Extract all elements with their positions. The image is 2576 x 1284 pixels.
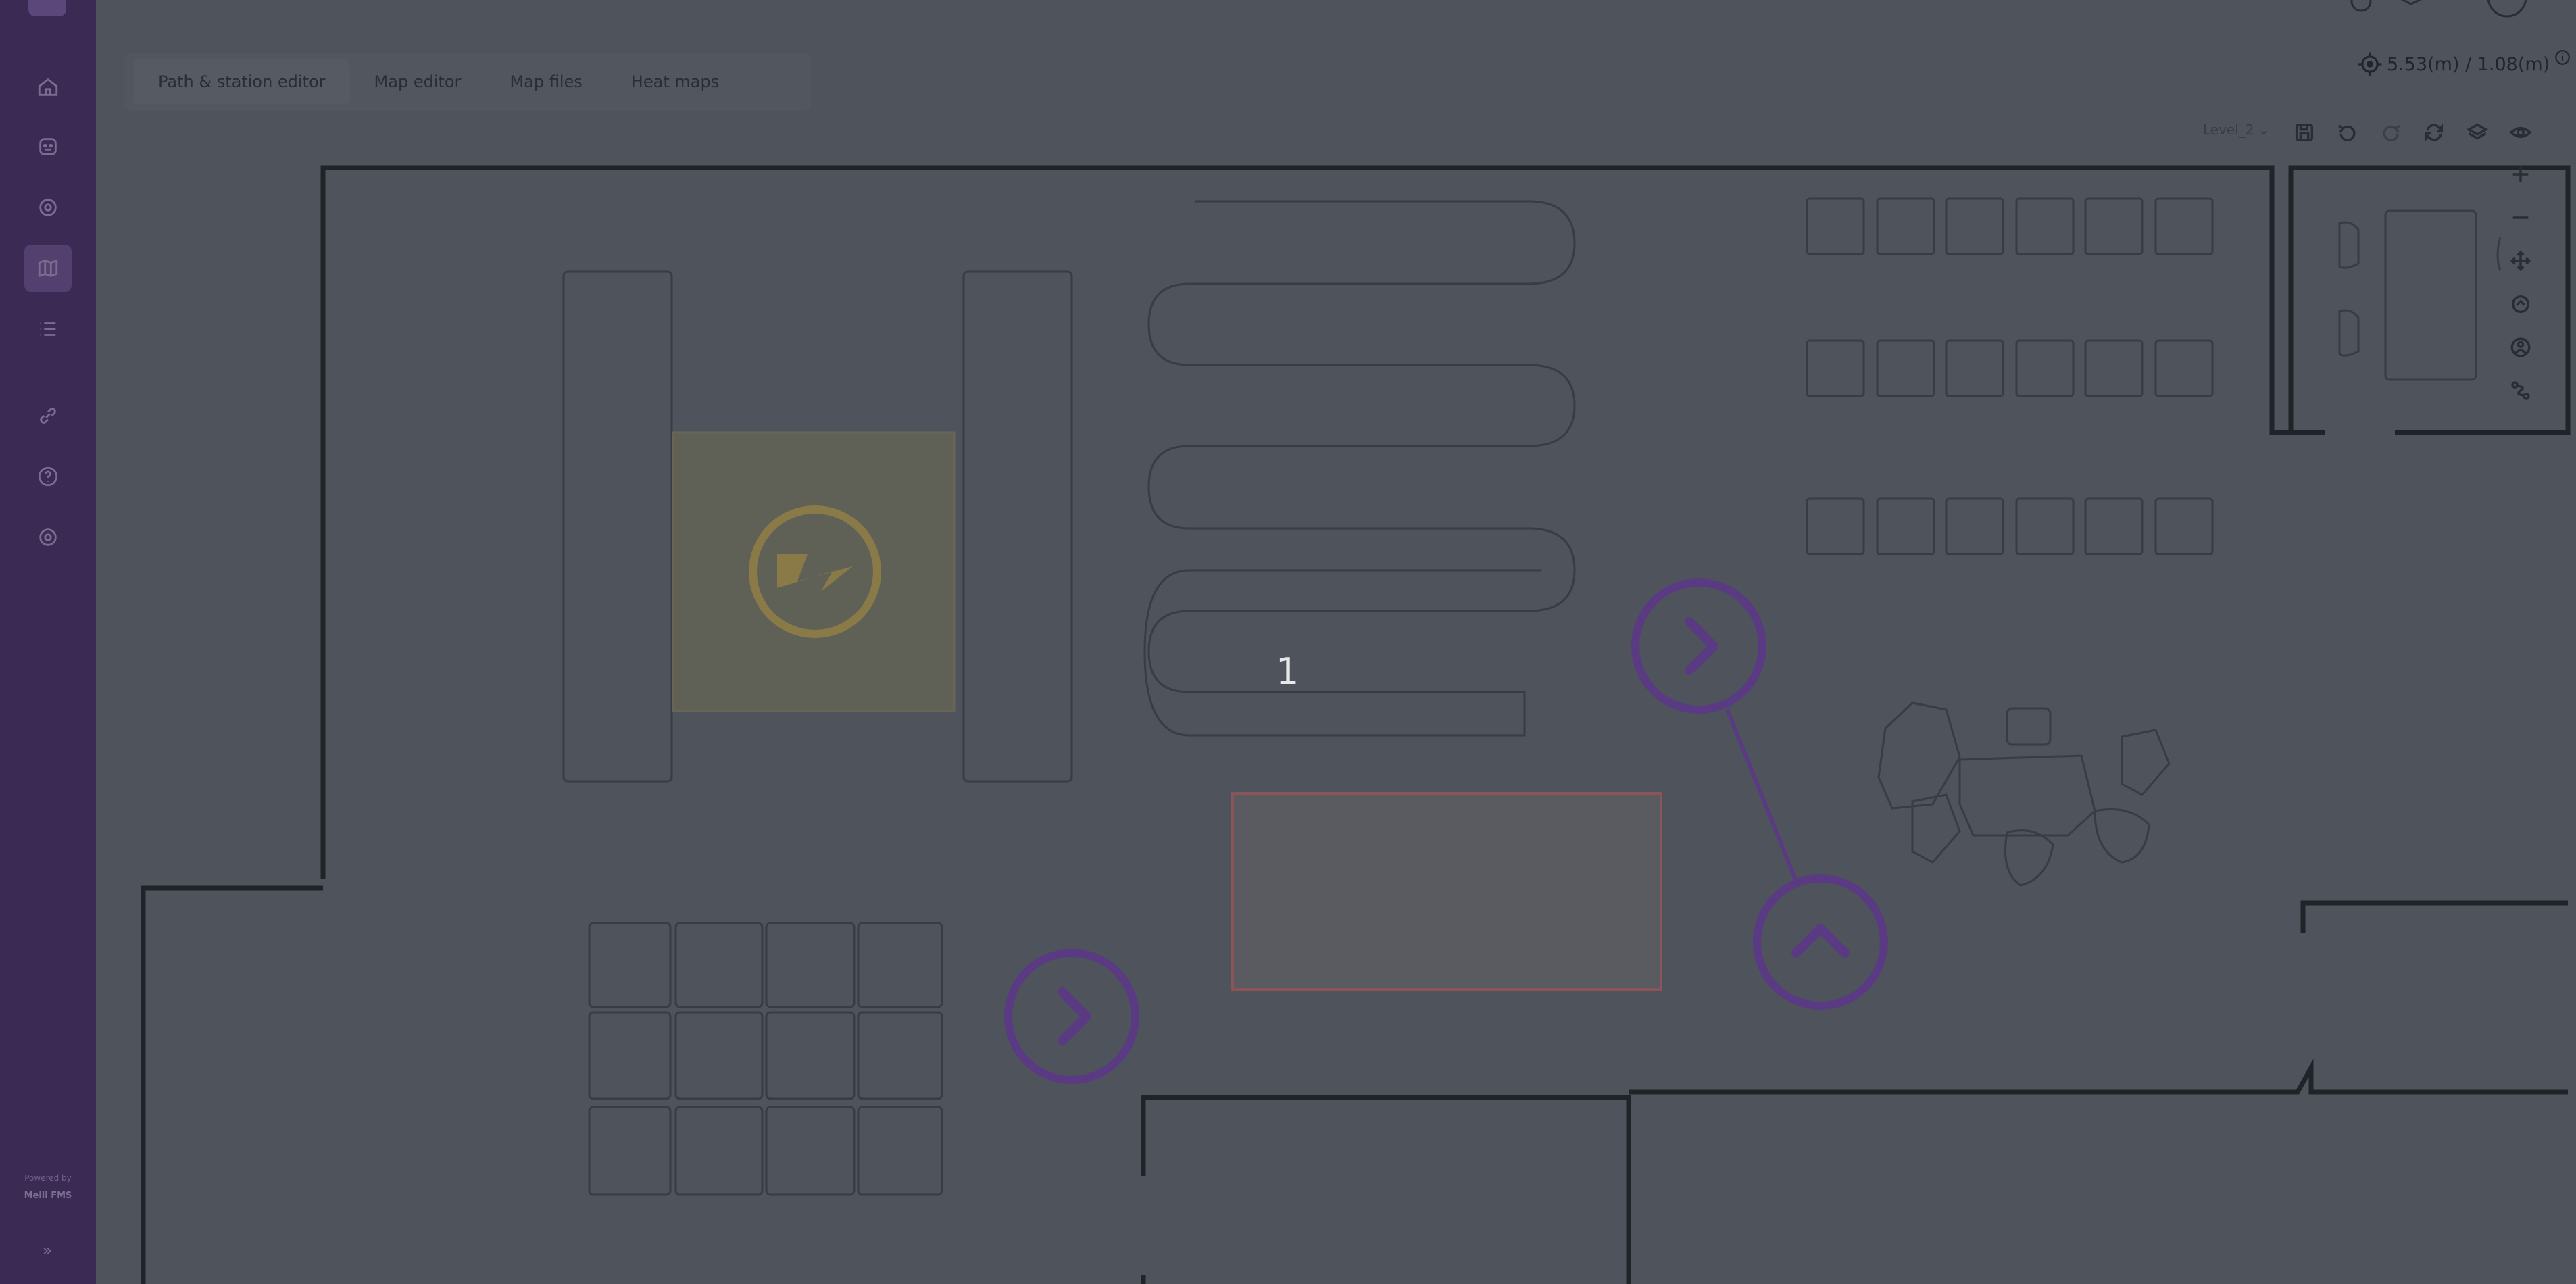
level-select-value: Level_2 [2203, 122, 2254, 138]
coordinates-text: 5.53(m) / 1.08(m) [2387, 53, 2550, 75]
route-button[interactable] [2506, 376, 2535, 405]
charger-zone[interactable] [672, 431, 956, 712]
help-icon [38, 466, 58, 487]
station-marker-3[interactable] [1004, 949, 1139, 1084]
sidebar-item-maps[interactable] [24, 245, 72, 292]
recenter-icon [2511, 295, 2530, 314]
sidebar: Powered by Meili FMS » [0, 0, 96, 1284]
eye-icon [2509, 126, 2532, 139]
map-walls [141, 165, 2571, 1284]
tab-map-editor[interactable]: Map editor [350, 59, 486, 104]
layers-header-icon [2400, 0, 2422, 5]
level-select[interactable]: Level_2 ⌄ [2203, 122, 2269, 138]
map-icon [38, 259, 58, 278]
map-lounge-furniture [1877, 701, 2171, 887]
target-icon [39, 199, 57, 216]
sidebar-item-robots[interactable] [24, 123, 72, 170]
tab-map-files[interactable]: Map files [485, 59, 606, 104]
recenter-button[interactable] [2506, 289, 2535, 319]
route-icon [2511, 381, 2530, 400]
zoom-out-icon [2512, 216, 2529, 219]
brand-label: Meili FMS [24, 1191, 72, 1201]
chevron-down-icon: ⌄ [2258, 122, 2270, 138]
save-button[interactable] [2289, 118, 2319, 147]
zoom-in-button[interactable] [2506, 159, 2535, 189]
robot-icon [39, 138, 57, 155]
list-icon [40, 322, 56, 336]
sidebar-item-settings[interactable] [24, 514, 72, 561]
layers-icon [2466, 123, 2489, 140]
pan-button[interactable] [2506, 246, 2535, 276]
station-marker-2[interactable] [1753, 874, 1888, 1010]
undo-icon [2338, 124, 2356, 141]
pan-icon [2510, 250, 2531, 272]
person-icon [2510, 337, 2531, 357]
zoom-out-button[interactable] [2506, 203, 2535, 232]
person-button[interactable] [2506, 332, 2535, 362]
tab-path-station-editor[interactable]: Path & station editor [134, 59, 350, 104]
gear-icon [39, 528, 57, 546]
layers-button[interactable] [2462, 118, 2492, 147]
sidebar-item-help[interactable] [24, 453, 72, 500]
restricted-zone[interactable] [1231, 792, 1662, 991]
link-icon [40, 408, 56, 424]
redo-icon [2383, 124, 2400, 141]
visibility-button[interactable] [2506, 118, 2535, 147]
serpentine-path-shape [1143, 200, 1576, 737]
editor-tabs: Path & station editor Map editor Map fil… [124, 53, 811, 111]
header-icons [2350, 0, 2527, 18]
redo-button[interactable] [2376, 118, 2406, 147]
station-path-line[interactable] [1725, 708, 1798, 883]
powered-by-label: Powered by [24, 1173, 72, 1183]
refresh-button[interactable] [2419, 118, 2449, 147]
sidebar-item-list[interactable] [24, 305, 72, 353]
save-icon [2295, 123, 2314, 142]
expand-sidebar-button[interactable]: » [35, 1241, 59, 1265]
map-bins-right [1806, 197, 2214, 555]
sidebar-item-tasks[interactable] [24, 184, 72, 231]
sidebar-item-integrations[interactable] [24, 392, 72, 439]
map-meeting-room [2338, 209, 2502, 381]
info-icon[interactable] [2554, 49, 2571, 66]
map-bins-left [588, 922, 943, 1196]
station-marker-1[interactable] [1631, 578, 1766, 714]
home-icon [38, 78, 58, 96]
notification-icon [2350, 0, 2372, 12]
refresh-icon [2425, 124, 2444, 141]
sidebar-item-home[interactable] [24, 64, 72, 111]
tab-heat-maps[interactable]: Heat maps [607, 59, 743, 104]
map-label: 1 [1276, 650, 1299, 693]
crosshair-icon [2358, 52, 2382, 76]
floor-map-canvas[interactable] [0, 0, 2576, 1284]
app-logo[interactable] [28, 0, 66, 16]
undo-button[interactable] [2333, 118, 2362, 147]
cursor-coordinates: 5.53(m) / 1.08(m) [2357, 49, 2571, 77]
zoom-in-icon [2512, 166, 2529, 182]
avatar [2487, 0, 2527, 18]
